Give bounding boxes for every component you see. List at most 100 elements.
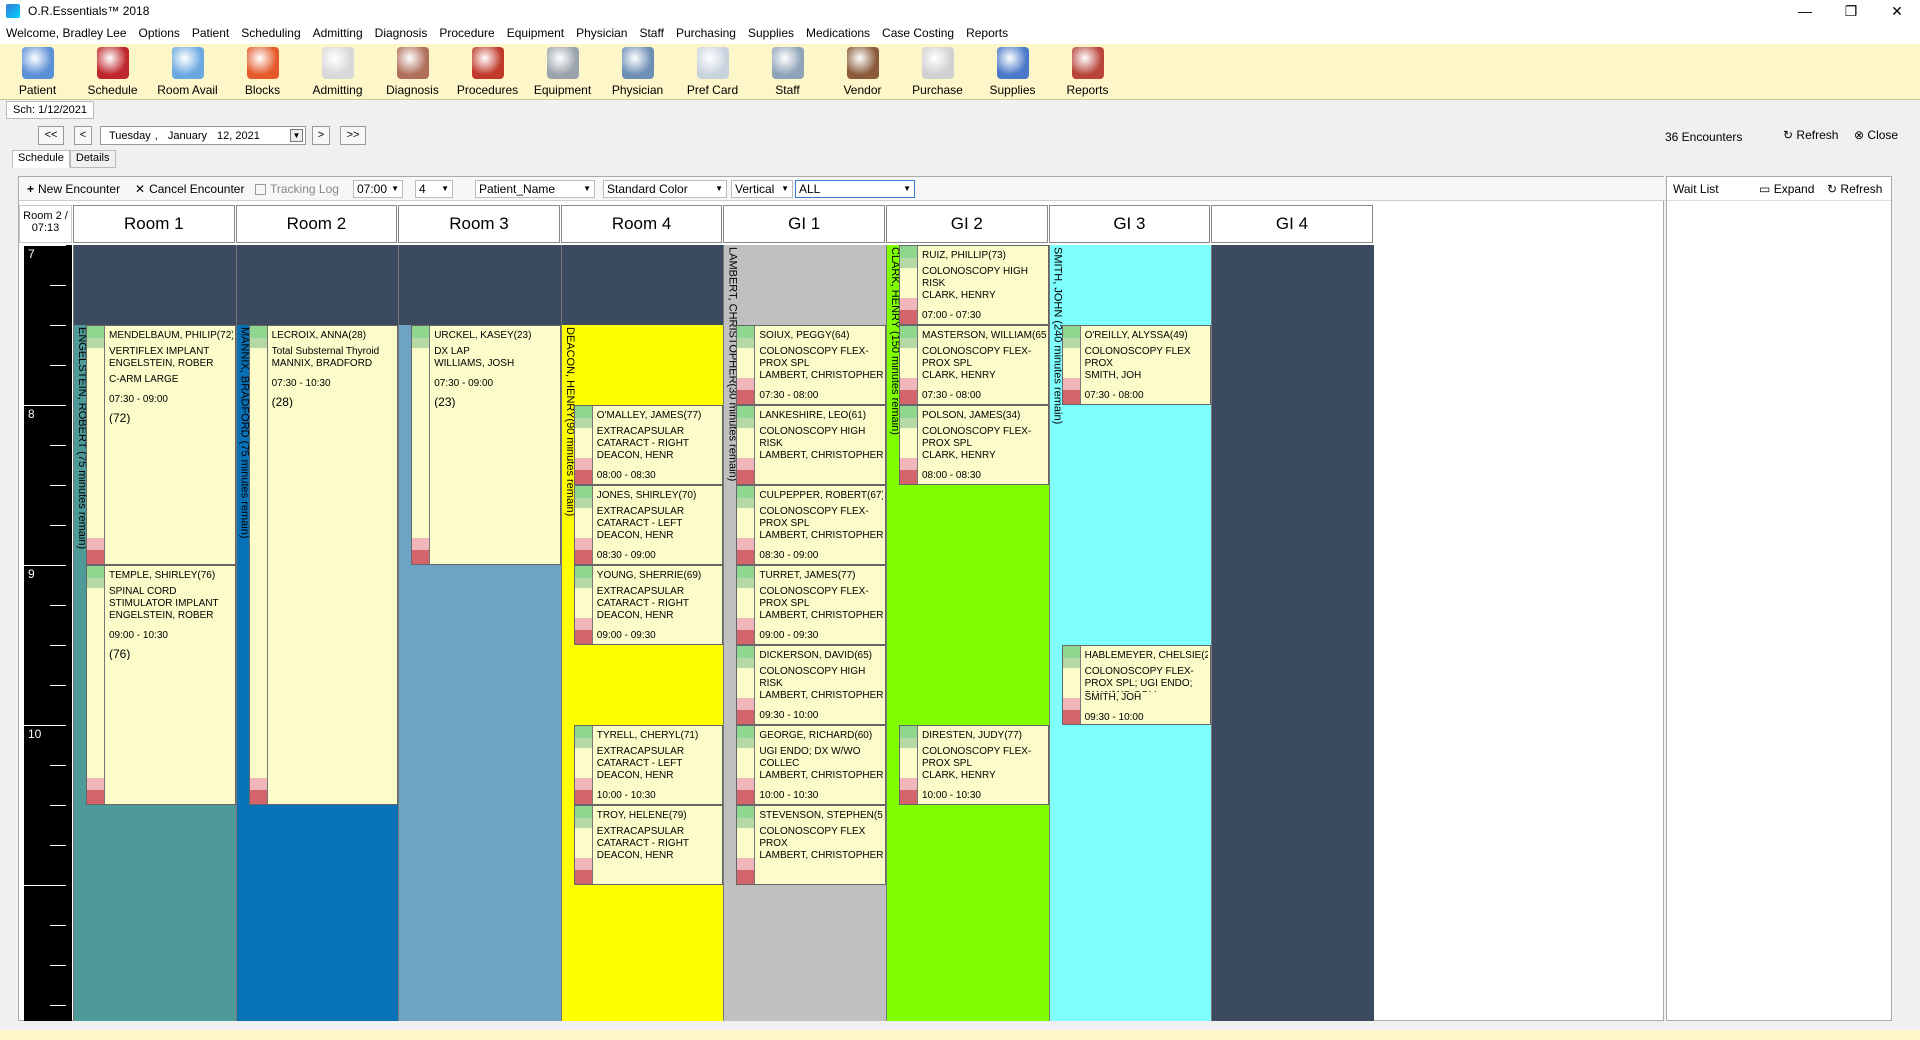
case-card[interactable]: DIRESTEN, JUDY(77) COLONOSCOPY FLEX-PROX …: [899, 725, 1049, 805]
toolbar-physician-button[interactable]: Physician: [600, 44, 675, 100]
toolbar-blocks-button[interactable]: Blocks: [225, 44, 300, 100]
menu-diagnosis[interactable]: Diagnosis: [375, 26, 428, 40]
case-card[interactable]: HABLEMEYER, CHELSIE(25) COLONOSCOPY FLEX-…: [1061, 645, 1212, 725]
room-column[interactable]: DEACON, HENRY(90 minutes remain) O'MALLEY…: [560, 245, 724, 1021]
toolbar-staff-button[interactable]: Staff: [750, 44, 825, 100]
room-header[interactable]: GI 2: [886, 205, 1048, 243]
case-patient: MENDELBAUM, PHILIP(72): [109, 330, 233, 341]
room-column[interactable]: SMITH, JOHN (240 minutes remain) O'REILLY…: [1048, 245, 1212, 1021]
room-column[interactable]: [1211, 245, 1374, 1021]
date-picker[interactable]: Tuesday , January 12, 2021 ▼: [100, 126, 306, 145]
cancel-encounter-button[interactable]: ✕ Cancel Encounter: [135, 180, 244, 198]
status-indicator: [900, 738, 917, 748]
new-encounter-button[interactable]: + New Encounter: [27, 180, 120, 198]
case-card[interactable]: O'MALLEY, JAMES(77) EXTRACAPSULAR CATARAC…: [573, 405, 724, 485]
start-time-select[interactable]: 07:00 ▼: [353, 180, 403, 198]
toolbar-reports-button[interactable]: Reports: [1050, 44, 1125, 100]
expand-button[interactable]: ▭ Expand: [1759, 182, 1814, 196]
close-window-button[interactable]: ✕: [1874, 0, 1920, 22]
menu-options[interactable]: Options: [139, 26, 180, 40]
room-header[interactable]: GI 4: [1211, 205, 1373, 243]
tab-schedule[interactable]: Schedule: [12, 150, 70, 168]
close-button[interactable]: ⊗ Close: [1854, 128, 1898, 142]
menu-supplies[interactable]: Supplies: [748, 26, 794, 40]
tab-details[interactable]: Details: [69, 150, 116, 168]
room-header[interactable]: Room 3: [398, 205, 560, 243]
wait-list-refresh-button[interactable]: ↻ Refresh: [1827, 182, 1882, 196]
minimize-button[interactable]: —: [1782, 0, 1828, 22]
case-card[interactable]: TROY, HELENE(79) EXTRACAPSULAR CATARACT -…: [573, 805, 724, 885]
time-tick: [24, 565, 66, 566]
room-header[interactable]: Room 1: [73, 205, 235, 243]
orientation-select[interactable]: Vertical ▼: [731, 180, 793, 198]
menu-physician[interactable]: Physician: [576, 26, 627, 40]
toolbar-procedures-button[interactable]: Procedures: [450, 44, 525, 100]
refresh-label: Refresh: [1796, 128, 1839, 142]
interval-select[interactable]: 4 ▼: [415, 180, 453, 198]
case-card[interactable]: MASTERSON, WILLIAM(65) COLONOSCOPY FLEX-P…: [899, 325, 1049, 405]
case-card[interactable]: MENDELBAUM, PHILIP(72) VERTIFLEX IMPLANT E…: [86, 325, 236, 565]
room-header[interactable]: Room 4: [560, 205, 723, 243]
toolbar-supplies-button[interactable]: Supplies: [975, 44, 1050, 100]
room-column[interactable]: CLARK, HENRY (150 minutes remain) RUIZ, P…: [886, 245, 1049, 1021]
menu-case-costing[interactable]: Case Costing: [882, 26, 954, 40]
menu-patient[interactable]: Patient: [192, 26, 229, 40]
room-column[interactable]: URCKEL, KASEY(23) DX LAP WILLIAMS, JOSH 07:…: [398, 245, 561, 1021]
menu-purchasing[interactable]: Purchasing: [676, 26, 736, 40]
next-day-button[interactable]: >: [312, 126, 330, 145]
room-filter-select[interactable]: ALL ▼: [795, 180, 915, 198]
case-card[interactable]: DICKERSON, DAVID(65) COLONOSCOPY HIGH RIS…: [736, 645, 886, 725]
case-card[interactable]: LECROIX, ANNA(28) Total Substernal Thyroi…: [248, 325, 399, 805]
room-column[interactable]: ENGELSTEIN, ROBERT (75 minutes remain) ME…: [73, 245, 236, 1021]
menu-reports[interactable]: Reports: [966, 26, 1008, 40]
case-card[interactable]: TEMPLE, SHIRLEY(76) SPINAL CORD STIMULATO…: [86, 565, 236, 805]
case-card[interactable]: LANKESHIRE, LEO(61) COLONOSCOPY HIGH RISK…: [736, 405, 886, 485]
case-card[interactable]: RUIZ, PHILLIP(73) COLONOSCOPY HIGH RISK CL…: [899, 245, 1049, 325]
schedule-date-tab[interactable]: Sch: 1/12/2021: [6, 101, 95, 119]
case-card[interactable]: GEORGE, RICHARD(60) UGI ENDO; DX W/WO COL…: [736, 725, 886, 805]
maximize-button[interactable]: ❐: [1828, 0, 1874, 22]
prev-day-button[interactable]: <: [74, 126, 92, 145]
case-card[interactable]: SOIUX, PEGGY(64) COLONOSCOPY FLEX-PROX SP…: [736, 325, 886, 405]
toolbar-equipment-button[interactable]: Equipment: [525, 44, 600, 100]
case-procedure: EXTRACAPSULAR CATARACT - RIGHT: [596, 586, 690, 609]
toolbar-patient-button[interactable]: Patient: [0, 44, 75, 100]
menu-scheduling[interactable]: Scheduling: [241, 26, 300, 40]
toolbar-vendor-button[interactable]: Vendor: [825, 44, 900, 100]
toolbar-admitting-button[interactable]: Admitting: [300, 44, 375, 100]
prev-week-button[interactable]: <<: [38, 126, 64, 145]
room-header[interactable]: GI 1: [723, 205, 885, 243]
case-procedure: Total Substernal Thyroid: [271, 346, 380, 357]
case-card[interactable]: CULPEPPER, ROBERT(67) COLONOSCOPY FLEX-PR…: [736, 485, 886, 565]
room-column[interactable]: LAMBERT, CHRISTOPHER(30 minutes remain) S…: [723, 245, 886, 1021]
label-field-select[interactable]: Patient_Name ▼: [475, 180, 595, 198]
room-column[interactable]: MANNIX, BRADFORD (75 minutes remain) LECR…: [235, 245, 399, 1021]
case-card[interactable]: TYRELL, CHERYL(71) EXTRACAPSULAR CATARACT…: [573, 725, 724, 805]
menu-staff[interactable]: Staff: [639, 26, 663, 40]
menu-admitting[interactable]: Admitting: [313, 26, 363, 40]
tracking-log-button[interactable]: Tracking Log: [255, 180, 339, 198]
color-mode-select[interactable]: Standard Color ▼: [603, 180, 727, 198]
case-card[interactable]: O'REILLY, ALYSSA(49) COLONOSCOPY FLEX PRO…: [1061, 325, 1212, 405]
menu-medications[interactable]: Medications: [806, 26, 870, 40]
refresh-button[interactable]: ↻ Refresh: [1783, 128, 1838, 142]
toolbar-room-avail-button[interactable]: Room Avail: [150, 44, 225, 100]
toolbar-purchase-button[interactable]: Purchase: [900, 44, 975, 100]
toolbar-pref-card-button[interactable]: Pref Card: [675, 44, 750, 100]
case-card[interactable]: URCKEL, KASEY(23) DX LAP WILLIAMS, JOSH 07:…: [411, 325, 561, 565]
case-card[interactable]: POLSON, JAMES(34) COLONOSCOPY FLEX-PROX S…: [899, 405, 1049, 485]
chevron-down-icon[interactable]: ▼: [290, 129, 303, 142]
time-tick: [50, 965, 66, 966]
next-week-button[interactable]: >>: [340, 126, 366, 145]
menu-equipment[interactable]: Equipment: [507, 26, 564, 40]
menu-procedure[interactable]: Procedure: [439, 26, 494, 40]
purchase-icon: [921, 47, 954, 79]
case-card[interactable]: TURRET, JAMES(77) COLONOSCOPY FLEX-PROX S…: [736, 565, 886, 645]
room-header[interactable]: GI 3: [1048, 205, 1211, 243]
toolbar-schedule-button[interactable]: Schedule: [75, 44, 150, 100]
toolbar-diagnosis-button[interactable]: Diagnosis: [375, 44, 450, 100]
case-card[interactable]: STEVENSON, STEPHEN(52) COLONOSCOPY FLEX P…: [736, 805, 886, 885]
room-header[interactable]: Room 2: [235, 205, 398, 243]
case-card[interactable]: YOUNG, SHERRIE(69) EXTRACAPSULAR CATARACT…: [573, 565, 724, 645]
case-card[interactable]: JONES, SHIRLEY(70) EXTRACAPSULAR CATARACT…: [573, 485, 724, 565]
